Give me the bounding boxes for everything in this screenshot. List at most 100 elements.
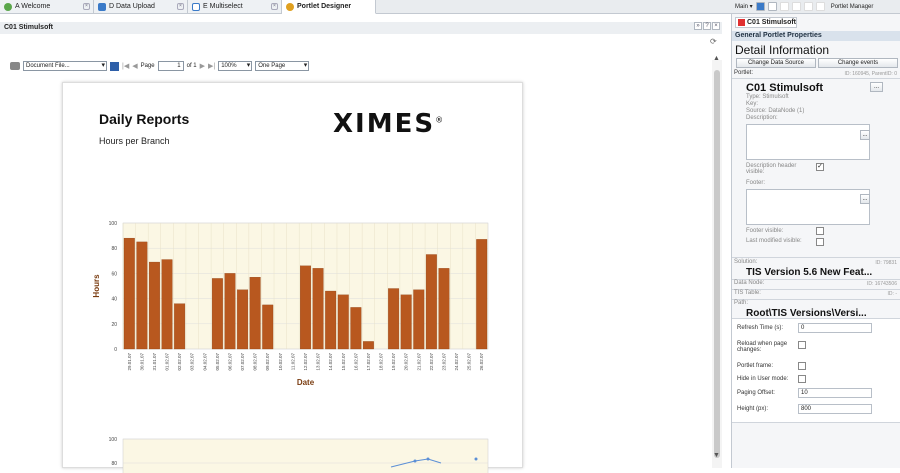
align-right-icon[interactable] [803, 2, 813, 11]
x-tick-label: 12.02.07 [303, 353, 308, 371]
close-icon[interactable]: × [712, 22, 720, 30]
document-file-select[interactable]: Document File... [23, 61, 107, 71]
scroll-up-icon[interactable]: ▲ [713, 55, 720, 62]
description-label: Description: [746, 115, 778, 121]
y-axis-label: Hours [92, 274, 101, 298]
tistable-id: ID: - [887, 291, 897, 297]
page-count: of 1 [186, 63, 197, 69]
x-tick-label: 06.02.07 [227, 353, 232, 371]
x-tick-label: 19.02.07 [391, 353, 396, 371]
reload-label: Reload when page changes: [737, 341, 788, 353]
refresh-label: Refresh Time (s): [737, 325, 784, 331]
x-tick-label: 05.02.07 [215, 353, 220, 371]
footer-field[interactable] [746, 189, 870, 225]
x-tick-label: 17.02.07 [366, 353, 371, 371]
x-tick-label: 29.01.07 [127, 353, 132, 371]
hide-checkbox[interactable] [798, 375, 806, 383]
portlet-frame-checkbox[interactable] [798, 362, 806, 370]
welcome-icon [4, 2, 12, 11]
tab-label: E Multiselect [203, 3, 243, 10]
portlet-manager-link[interactable]: Portlet Manager [831, 4, 874, 10]
panel-tab[interactable]: C01 Stimulsoft [735, 17, 797, 28]
tab-portlet-designer[interactable]: Portlet Designer [282, 0, 376, 14]
footer-more-button[interactable]: ... [860, 194, 870, 204]
close-icon[interactable]: × [83, 3, 90, 10]
datanode-label: Data Node: [734, 280, 765, 286]
x-tick-label: 01.02.07 [165, 353, 170, 371]
scroll-thumb[interactable] [714, 70, 720, 458]
bar [362, 341, 374, 350]
x-tick-label: 08.02.07 [253, 353, 258, 371]
tistable-label: TIS Table: [734, 290, 761, 296]
x-tick-label: 15.02.07 [341, 353, 346, 371]
save-icon[interactable] [755, 2, 765, 11]
x-tick-label: 13.02.07 [316, 353, 321, 371]
x-tick-label: 21.02.07 [416, 353, 421, 371]
expand-icon[interactable]: » [694, 22, 702, 30]
hours-bar-chart: 0 20 40 60 80 100 29.01.07 30.01.07 31.01.07 01.0… [92, 221, 489, 387]
bar [388, 288, 400, 350]
bar [300, 265, 311, 350]
align-left-icon[interactable] [779, 2, 789, 11]
x-tick-label: 22.02.07 [429, 353, 434, 371]
x-tick-label: 24.02.07 [454, 353, 459, 371]
y-tick-label: 0 [114, 347, 117, 353]
footer-visible-checkbox[interactable] [816, 227, 824, 235]
divider [732, 257, 900, 258]
bar [413, 289, 425, 350]
tab-multiselect[interactable]: E Multiselect × [188, 0, 282, 13]
refresh-icon[interactable]: ⟳ [710, 37, 717, 46]
data-point [474, 457, 478, 461]
refresh-input[interactable]: 0 [798, 323, 872, 333]
last-modified-visible-checkbox[interactable] [816, 238, 824, 246]
zoom-select[interactable]: 100% [218, 61, 253, 71]
align-center-icon[interactable] [791, 2, 801, 11]
layout-icon[interactable] [767, 2, 777, 11]
main-menu[interactable]: Main ▾ [735, 3, 753, 10]
scroll-down-icon[interactable]: ▼ [713, 452, 720, 459]
first-page-icon[interactable]: |◀ [122, 62, 129, 70]
data-upload-icon [98, 2, 106, 11]
divider [732, 299, 900, 300]
next-page-icon[interactable]: ▶ [200, 62, 205, 70]
reload-checkbox[interactable] [798, 341, 806, 349]
grid-icon[interactable] [815, 2, 825, 11]
bar [211, 278, 223, 350]
view-mode-select[interactable]: One Page [255, 61, 310, 71]
paging-offset-input[interactable]: 10 [798, 388, 872, 398]
section-header[interactable]: General Portlet Properties [732, 31, 900, 41]
x-tick-label: 20.02.07 [404, 353, 409, 371]
change-events-button[interactable]: Change events [818, 58, 898, 68]
bar [425, 254, 437, 350]
close-icon[interactable]: × [177, 3, 184, 10]
portlet-type: Type: Stimulsoft [746, 94, 789, 100]
x-tick-label: 07.02.07 [240, 353, 245, 371]
bar [337, 294, 349, 350]
y-tick-label: 100 [109, 437, 118, 443]
paging-offset-label: Paging Offset: [737, 390, 775, 396]
tab-label: D Data Upload [109, 3, 155, 10]
last-page-icon[interactable]: ▶| [208, 62, 215, 70]
more-button[interactable]: ... [870, 82, 883, 92]
hide-label: Hide in User mode: [737, 376, 789, 382]
solution-id: ID: 79831 [875, 260, 897, 266]
help-icon[interactable]: ? [703, 22, 711, 30]
page-label: Page [140, 63, 155, 69]
description-field[interactable] [746, 124, 870, 160]
footer-visible-label: Footer visible: [746, 228, 784, 234]
description-more-button[interactable]: ... [860, 130, 870, 140]
tab-data-upload[interactable]: D Data Upload × [94, 0, 188, 13]
desc-header-visible-checkbox[interactable]: ✓ [816, 163, 824, 171]
height-input[interactable]: 800 [798, 404, 872, 414]
bar [224, 273, 236, 350]
change-data-source-button[interactable]: Change Data Source [736, 58, 816, 68]
print-icon[interactable] [10, 62, 20, 70]
vertical-scrollbar[interactable] [712, 60, 722, 468]
tab-welcome[interactable]: A Welcome × [0, 0, 94, 13]
close-icon[interactable]: × [271, 3, 278, 10]
prev-page-icon[interactable]: ◀ [132, 62, 137, 70]
save-icon[interactable] [110, 61, 119, 71]
page-input[interactable]: 1 [157, 61, 184, 71]
y-tick-label: 40 [111, 297, 117, 303]
portlet-source: Source: DataNode (1) [746, 108, 805, 114]
